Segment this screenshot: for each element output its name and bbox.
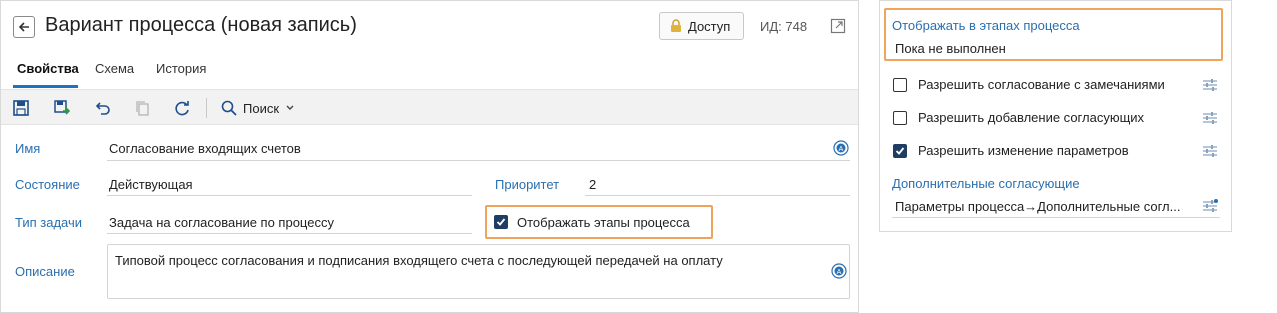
sliders-icon[interactable] xyxy=(1202,111,1218,125)
open-external-icon[interactable] xyxy=(830,18,846,34)
state-label: Состояние xyxy=(15,177,80,192)
access-button[interactable]: Доступ xyxy=(659,12,744,40)
arrow-left-icon xyxy=(18,22,29,32)
chevron-down-icon xyxy=(286,105,294,110)
name-label: Имя xyxy=(15,141,41,156)
state-input[interactable]: Действующая xyxy=(109,177,193,192)
process-variant-card: Вариант процесса (новая запись) Доступ И… xyxy=(0,0,859,313)
extra-approvers-label[interactable]: Дополнительные согласующие xyxy=(892,176,1080,191)
description-text: Типовой процесс согласования и подписани… xyxy=(115,253,723,268)
toolbar: Поиск xyxy=(1,89,858,125)
extra-approvers-underline xyxy=(892,217,1220,218)
extra-approvers-value[interactable]: Параметры процесса→Дополнительные согл..… xyxy=(895,199,1180,214)
refresh-button[interactable] xyxy=(172,98,192,118)
localization-icon[interactable]: A xyxy=(831,263,847,279)
svg-text:A: A xyxy=(837,269,842,276)
tab-properties[interactable]: Свойства xyxy=(17,61,79,76)
tab-bar: Свойства Схема История xyxy=(1,59,858,89)
sliders-icon[interactable] xyxy=(1202,144,1218,158)
priority-input-underline xyxy=(585,195,850,196)
show-stages-label[interactable]: Отображать этапы процесса xyxy=(517,215,690,230)
checkmark-icon xyxy=(895,147,905,155)
record-id: ИД: 748 xyxy=(760,19,808,34)
allow-add-approvers-label[interactable]: Разрешить добавление согласующих xyxy=(918,110,1144,125)
lock-icon xyxy=(671,19,681,32)
name-input-underline xyxy=(107,160,850,161)
toolbar-divider xyxy=(206,98,207,118)
save-button[interactable] xyxy=(11,98,31,118)
localization-icon[interactable]: A xyxy=(833,140,849,156)
task-type-label: Тип задачи xyxy=(15,215,83,230)
show-stages-checkbox[interactable] xyxy=(494,215,508,229)
save-close-icon xyxy=(54,100,71,115)
state-input-underline xyxy=(107,195,472,196)
allow-change-params-label[interactable]: Разрешить изменение параметров xyxy=(918,143,1129,158)
undo-button[interactable] xyxy=(92,98,112,118)
name-input[interactable]: Согласование входящих счетов xyxy=(109,141,301,156)
stages-field-label[interactable]: Отображать в этапах процесса xyxy=(892,18,1080,33)
page-title: Вариант процесса (новая запись) xyxy=(45,14,357,36)
access-button-label: Доступ xyxy=(688,18,731,34)
tab-history[interactable]: История xyxy=(156,61,206,76)
checkmark-icon xyxy=(496,218,506,226)
svg-text:A: A xyxy=(839,146,844,153)
sliders-icon[interactable] xyxy=(1202,199,1218,213)
refresh-icon xyxy=(175,101,189,116)
allow-add-approvers-checkbox[interactable] xyxy=(893,111,907,125)
description-label: Описание xyxy=(15,264,75,279)
task-type-input[interactable]: Задача на согласование по процессу xyxy=(109,215,334,230)
active-tab-indicator xyxy=(13,85,78,88)
stages-field-value[interactable]: Пока не выполнен xyxy=(895,41,1006,56)
copy-button[interactable] xyxy=(132,98,152,118)
tab-schema[interactable]: Схема xyxy=(95,61,134,76)
allow-change-params-checkbox[interactable] xyxy=(893,144,907,158)
priority-input[interactable]: 2 xyxy=(589,177,596,192)
save-icon xyxy=(13,100,29,116)
undo-icon xyxy=(95,102,110,115)
allow-remarks-checkbox[interactable] xyxy=(893,78,907,92)
allow-remarks-label[interactable]: Разрешить согласование с замечаниями xyxy=(918,77,1165,92)
priority-label: Приоритет xyxy=(495,177,560,192)
title-row: Вариант процесса (новая запись) Доступ И… xyxy=(1,1,858,51)
search-button[interactable]: Поиск xyxy=(221,98,295,118)
save-and-close-button[interactable] xyxy=(52,98,72,118)
search-icon xyxy=(221,100,237,116)
copy-icon xyxy=(136,101,149,116)
task-type-input-underline xyxy=(107,233,472,234)
sliders-icon[interactable] xyxy=(1202,78,1218,92)
search-button-label: Поиск xyxy=(243,100,280,116)
back-button[interactable] xyxy=(13,16,35,38)
